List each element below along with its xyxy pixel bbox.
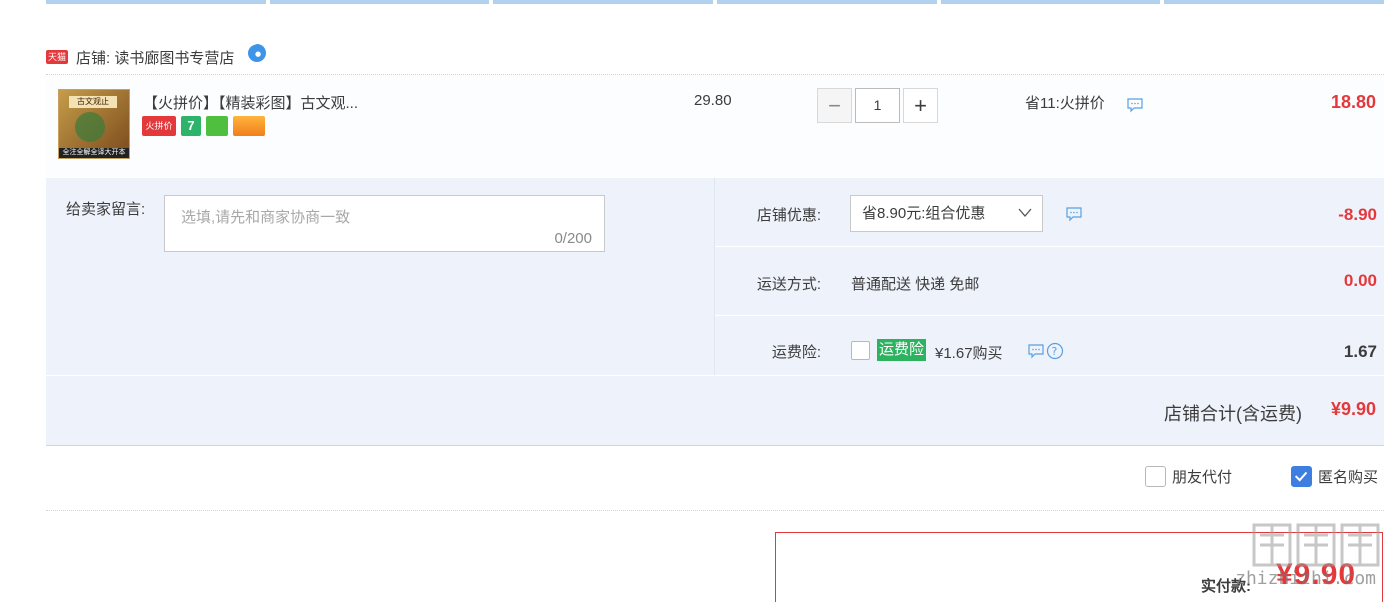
discount-selected: 省8.90元:组合优惠	[862, 205, 986, 222]
message-char-count: 0/200	[554, 230, 592, 247]
shipping-amount: 0.00	[1343, 271, 1377, 290]
item-title-link[interactable]: 【火拼价】【精装彩图】古文观...	[143, 92, 358, 113]
friend-pay-option[interactable]: 朋友代付	[1145, 466, 1232, 487]
decrease-quantity-button[interactable]: −	[817, 88, 852, 123]
message-placeholder: 选填,请先和商家协商一致	[181, 209, 351, 226]
wangwang-chat-icon[interactable]: ●	[246, 42, 268, 64]
order-detail-panel: 给卖家留言: 选填,请先和商家协商一致 0/200 店铺优惠: 省8.90元:组…	[46, 178, 1385, 375]
book-cover-image[interactable]: 古文观止 全注全解全译大开本	[58, 89, 130, 159]
tmall-badge-icon: 天猫	[46, 50, 68, 64]
shop-subtotal-bar: 店铺合计(含运费) ¥9.90	[46, 376, 1384, 446]
header-segment	[717, 0, 937, 4]
insurance-checkbox[interactable]	[851, 341, 870, 360]
insurance-label: 运费险:	[771, 344, 821, 361]
insurance-amount: 1.67	[1343, 342, 1377, 361]
shipping-label: 运送方式:	[756, 276, 821, 293]
chevron-down-icon	[1018, 208, 1032, 217]
shipping-method: 普通配送 快递 免邮	[851, 276, 980, 293]
credit-card-icon	[233, 116, 265, 136]
item-total: 18.80	[1330, 92, 1376, 112]
cover-title: 古文观止	[69, 96, 117, 108]
comment-icon[interactable]	[1027, 343, 1045, 359]
header-segment	[46, 0, 266, 4]
order-options: 店铺优惠: 省8.90元:组合优惠 -8.90 运送方式: 普通配送 快递 免邮…	[714, 178, 1385, 375]
subtotal-value: ¥9.90	[1330, 399, 1376, 419]
insurance-row: 运费险: 运费险 ¥1.67购买 ? 1.67	[715, 316, 1385, 384]
comment-icon[interactable]	[1065, 206, 1083, 222]
item-tags: 火拼价 7	[142, 116, 265, 136]
increase-quantity-button[interactable]: +	[903, 88, 938, 123]
friend-pay-label: 朋友代付	[1172, 469, 1233, 486]
discount-select[interactable]: 省8.90元:组合优惠	[850, 195, 1043, 232]
insurance-badge: 运费险	[877, 339, 927, 361]
svg-text:●: ●	[255, 50, 261, 58]
shipping-row: 运送方式: 普通配送 快递 免邮 0.00	[715, 247, 1385, 316]
discount-row: 店铺优惠: 省8.90元:组合优惠 -8.90	[715, 178, 1385, 247]
cover-art	[75, 112, 105, 142]
seven-day-return-icon: 7	[181, 116, 201, 136]
comment-icon[interactable]	[1126, 97, 1144, 113]
divider	[46, 510, 1384, 511]
anonymous-label: 匿名购买	[1318, 469, 1379, 486]
header-segment	[1164, 0, 1385, 4]
subtotal-label: 店铺合计(含运费)	[1164, 404, 1302, 424]
hot-price-tag-icon: 火拼价	[142, 116, 176, 136]
header-segment	[493, 0, 714, 4]
header-segment	[269, 0, 490, 4]
cover-subtitle: 全注全解全译大开本	[59, 148, 129, 158]
message-label: 给卖家留言:	[66, 201, 146, 218]
seller-message-input[interactable]: 选填,请先和商家协商一致 0/200	[164, 195, 605, 252]
table-header-bar	[46, 0, 1385, 5]
shop-name[interactable]: 店铺: 读书廊图书专营店	[76, 47, 234, 68]
insurance-price: ¥1.67购买	[935, 345, 1003, 362]
quantity-input[interactable]: 1	[855, 88, 900, 123]
unit-price: 29.80	[694, 92, 732, 109]
checkmark-icon	[1294, 471, 1308, 482]
header-segment	[940, 0, 1161, 4]
shop-header: 天猫 店铺: 读书廊图书专营店 ●	[46, 44, 268, 70]
svg-text:?: ?	[1052, 345, 1058, 358]
watermark-site-text: zhizhizhi.com	[1235, 568, 1376, 589]
discount-label: 店铺优惠:	[756, 207, 821, 224]
help-icon[interactable]: ?	[1046, 342, 1064, 360]
friend-pay-checkbox[interactable]	[1145, 466, 1166, 487]
discount-amount: -8.90	[1338, 205, 1377, 224]
guarantee-icon	[206, 116, 228, 136]
quantity-stepper: − 1 +	[817, 88, 938, 123]
cart-item-row: 古文观止 全注全解全译大开本 【火拼价】【精装彩图】古文观... 火拼价 7 2…	[46, 75, 1384, 177]
anonymous-checkbox[interactable]	[1291, 466, 1312, 487]
promo-text: 省11:火拼价	[1025, 95, 1105, 112]
anonymous-option[interactable]: 匿名购买	[1291, 466, 1378, 487]
